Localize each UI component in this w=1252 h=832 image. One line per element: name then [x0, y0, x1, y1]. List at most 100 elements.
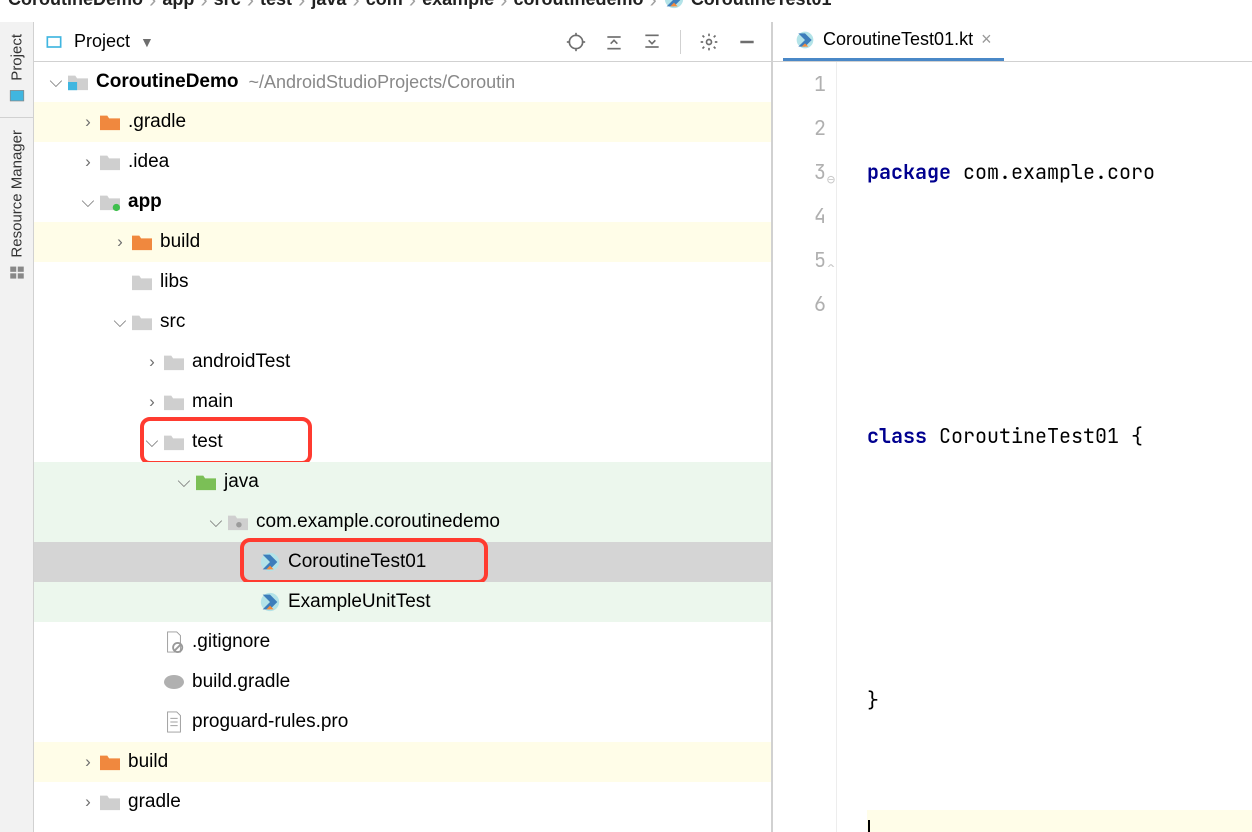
tree-node-root[interactable]: ⌵ CoroutineDemo ~/AndroidStudioProjects/…: [34, 62, 771, 102]
dropdown-icon[interactable]: ▼: [140, 34, 154, 50]
tree-node[interactable]: › ExampleUnitTest: [34, 582, 771, 622]
line-number: 4: [773, 194, 826, 238]
code-text: }: [867, 687, 879, 713]
tree-label: proguard-rules.pro: [192, 711, 348, 733]
tree-node[interactable]: › gradle: [34, 782, 771, 822]
line-number: 5: [773, 238, 826, 282]
locate-button[interactable]: [562, 28, 590, 56]
tree-node[interactable]: › androidTest: [34, 342, 771, 382]
sidebar-tab-project[interactable]: Project: [4, 26, 30, 113]
chevron-right-icon: ›: [352, 0, 359, 5]
chevron-right-icon[interactable]: ›: [78, 752, 98, 772]
chevron-down-icon[interactable]: ⌵: [46, 72, 66, 92]
excluded-folder-icon: [130, 232, 154, 252]
folder-icon: [98, 152, 122, 172]
fold-end-icon[interactable]: ⌃: [825, 246, 837, 290]
crumb[interactable]: test: [260, 0, 292, 10]
tree-label: ExampleUnitTest: [288, 591, 431, 613]
tree-label: gradle: [128, 791, 181, 813]
settings-button[interactable]: [695, 28, 723, 56]
expand-button[interactable]: [600, 28, 628, 56]
chevron-down-icon[interactable]: ⌵: [110, 312, 130, 332]
sidebar-tab-resource-manager[interactable]: Resource Manager: [4, 122, 30, 290]
tree-node[interactable]: › build: [34, 742, 771, 782]
editor-tab-label: CoroutineTest01.kt: [823, 29, 973, 50]
tree-node[interactable]: › libs: [34, 262, 771, 302]
project-icon: [8, 87, 26, 105]
tree-node-test[interactable]: ⌵ test: [34, 422, 771, 462]
chevron-down-icon[interactable]: ⌵: [174, 472, 194, 492]
fold-start-icon[interactable]: ⊖: [825, 158, 837, 202]
tree-label: test: [192, 431, 223, 453]
chevron-down-icon[interactable]: ⌵: [142, 432, 162, 452]
chevron-right-icon: ›: [149, 0, 156, 5]
test-source-folder-icon: [194, 472, 218, 492]
sidebar-tab-label: Resource Manager: [8, 130, 25, 258]
chevron-right-icon[interactable]: ›: [142, 392, 162, 412]
tree-node[interactable]: ⌵ java: [34, 462, 771, 502]
tree-label: java: [224, 471, 259, 493]
crumb[interactable]: app: [162, 0, 194, 10]
crumb[interactable]: src: [214, 0, 241, 10]
chevron-right-icon[interactable]: ›: [78, 112, 98, 132]
tree-label: libs: [160, 271, 189, 293]
tree-node[interactable]: › main: [34, 382, 771, 422]
tree-node[interactable]: ⌵ app: [34, 182, 771, 222]
folder-icon: [98, 792, 122, 812]
collapse-button[interactable]: [638, 28, 666, 56]
tree-node[interactable]: › .gradle: [34, 102, 771, 142]
editor-panel: CoroutineTest01.kt × 1 2 3 4 5 6 ⊖ ⌃ pac…: [772, 22, 1252, 832]
divider: [0, 117, 33, 118]
folder-icon: [130, 312, 154, 332]
tree-label: build: [160, 231, 200, 253]
editor-tab-bar: CoroutineTest01.kt ×: [773, 22, 1252, 62]
folder-icon: [162, 352, 186, 372]
crumb[interactable]: CoroutineTest01: [691, 0, 832, 10]
separator: [680, 30, 681, 54]
folder-icon: [130, 272, 154, 292]
editor-tab[interactable]: CoroutineTest01.kt ×: [783, 21, 1004, 61]
close-icon[interactable]: ×: [981, 29, 992, 50]
panel-title[interactable]: Project: [74, 31, 130, 52]
chevron-right-icon[interactable]: ›: [110, 232, 130, 252]
crumb[interactable]: com: [366, 0, 403, 10]
tree-path: ~/AndroidStudioProjects/Coroutin: [249, 72, 516, 93]
chevron-down-icon[interactable]: ⌵: [206, 512, 226, 532]
excluded-folder-icon: [98, 752, 122, 772]
kotlin-class-icon: [258, 551, 282, 573]
chevron-right-icon[interactable]: ›: [78, 792, 98, 812]
tree-label: build: [128, 751, 168, 773]
code-text[interactable]: package com.example.coro class Coroutine…: [837, 62, 1252, 832]
chevron-right-icon: ›: [247, 0, 254, 5]
crumb[interactable]: CoroutineDemo: [8, 0, 143, 10]
tree-node-selected[interactable]: › CoroutineTest01: [34, 542, 771, 582]
tree-node[interactable]: › proguard-rules.pro: [34, 702, 771, 742]
hide-button[interactable]: [733, 28, 761, 56]
tree-node[interactable]: › .idea: [34, 142, 771, 182]
crumb[interactable]: java: [311, 0, 346, 10]
folder-icon: [162, 432, 186, 452]
chevron-down-icon[interactable]: ⌵: [78, 192, 98, 212]
tree-label: .gradle: [128, 111, 186, 133]
tree-label: com.example.coroutinedemo: [256, 511, 500, 533]
package-folder-icon: [226, 512, 250, 532]
crumb[interactable]: example: [422, 0, 494, 10]
tree-node[interactable]: › .gitignore: [34, 622, 771, 662]
tree-node[interactable]: › build: [34, 222, 771, 262]
chevron-right-icon: ›: [500, 0, 507, 5]
tree-label: .idea: [128, 151, 169, 173]
kotlin-file-icon: [663, 0, 685, 10]
tree-label: androidTest: [192, 351, 290, 373]
crumb[interactable]: coroutinedemo: [513, 0, 643, 10]
tree-label: app: [128, 191, 162, 213]
chevron-right-icon[interactable]: ›: [142, 352, 162, 372]
line-number: 6: [773, 282, 826, 326]
tree-node[interactable]: ⌵ src: [34, 302, 771, 342]
tree-node[interactable]: › build.gradle: [34, 662, 771, 702]
folder-icon: [162, 392, 186, 412]
code-editor[interactable]: 1 2 3 4 5 6 ⊖ ⌃ package com.example.coro…: [773, 62, 1252, 832]
tree-node[interactable]: ⌵ com.example.coroutinedemo: [34, 502, 771, 542]
chevron-right-icon[interactable]: ›: [78, 152, 98, 172]
project-tree[interactable]: ⌵ CoroutineDemo ~/AndroidStudioProjects/…: [34, 62, 771, 832]
keyword: class: [867, 423, 939, 449]
